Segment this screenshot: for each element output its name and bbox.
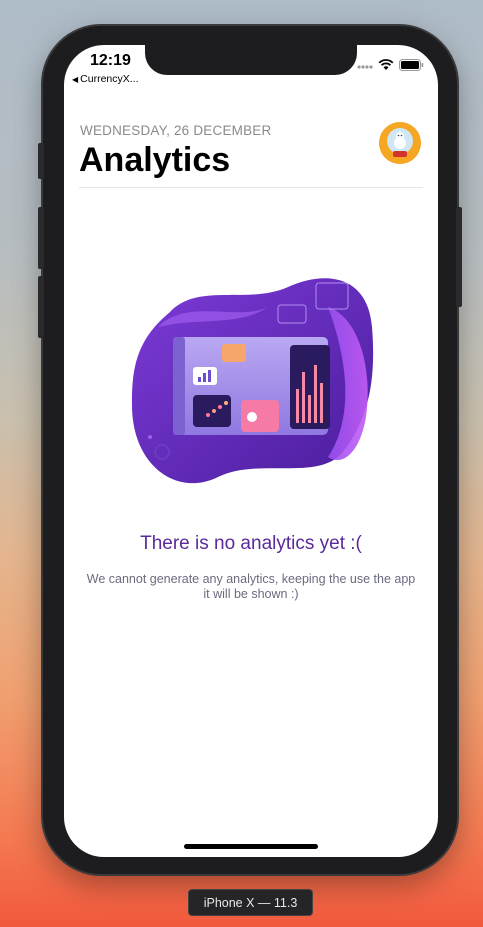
back-chevron-icon: ◀ — [72, 74, 79, 84]
avatar-icon — [379, 122, 421, 164]
volume-up-button — [38, 207, 44, 269]
analytics-illustration — [131, 278, 374, 484]
app-screen: 12:19 ◀ CurrencyX... WEDNESDAY, 26 DECEM… — [64, 45, 438, 857]
notch — [145, 45, 357, 75]
avatar[interactable] — [379, 122, 421, 164]
page-title: Analytics — [79, 141, 231, 179]
empty-state-title: There is no analytics yet :( — [140, 533, 362, 554]
status-icons — [357, 59, 424, 71]
volume-down-button — [38, 276, 44, 338]
back-to-app-link[interactable]: ◀ CurrencyX... — [72, 73, 139, 85]
signal-icon — [357, 65, 373, 69]
date-label: WEDNESDAY, 26 DECEMBER — [80, 123, 272, 138]
home-indicator[interactable] — [184, 844, 318, 849]
battery-icon — [399, 59, 424, 71]
header-divider — [79, 187, 423, 188]
empty-state-description: We cannot generate any analytics, keepin… — [86, 572, 416, 601]
mute-switch — [38, 143, 44, 179]
simulator-device-label: iPhone X — 11.3 — [188, 889, 313, 916]
status-time: 12:19 — [90, 52, 131, 69]
power-button — [456, 207, 462, 307]
back-app-label: CurrencyX... — [80, 73, 139, 85]
wifi-icon — [378, 59, 394, 70]
